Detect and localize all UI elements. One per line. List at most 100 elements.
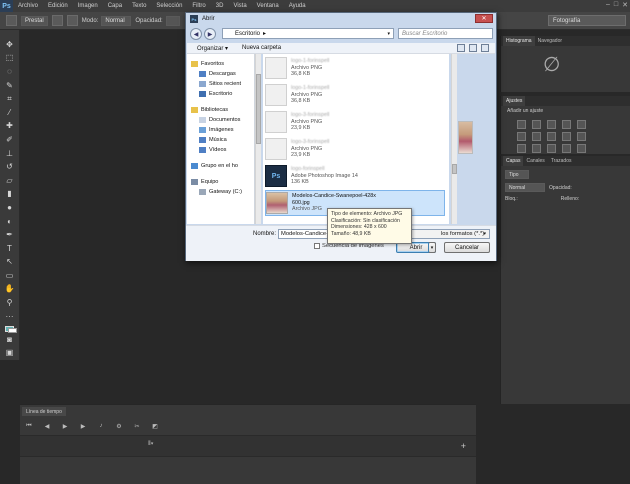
nav-gateway-c[interactable]: Gateway (C:) bbox=[187, 187, 254, 197]
bw-icon[interactable] bbox=[547, 132, 556, 141]
file-item[interactable]: logo-1-forinspell Archivo PNG 36,8 KB bbox=[265, 55, 445, 81]
selective-color-icon[interactable] bbox=[577, 144, 586, 153]
tab-canales[interactable]: Canales bbox=[523, 156, 547, 166]
nav-bibliotecas[interactable]: Bibliotecas bbox=[187, 105, 254, 115]
address-bar[interactable]: Escritorio ▸ ▾ bbox=[222, 28, 394, 39]
stamp-tool-icon[interactable]: ⊥ bbox=[5, 149, 15, 158]
layer-kind-select[interactable]: Tipo bbox=[505, 170, 529, 179]
channel-mixer-icon[interactable] bbox=[577, 132, 586, 141]
nav-scrollbar-thumb[interactable] bbox=[256, 74, 261, 144]
forward-icon[interactable]: ▶ bbox=[204, 28, 216, 40]
timeline-track[interactable]: ⦀▾ + bbox=[20, 435, 476, 457]
prev-frame-icon[interactable]: ◀ bbox=[42, 421, 52, 431]
menu-archivo[interactable]: Archivo bbox=[13, 3, 43, 9]
blur-tool-icon[interactable]: ● bbox=[5, 203, 15, 212]
nav-sitios-recientes[interactable]: Sitios recient bbox=[187, 79, 254, 89]
file-item[interactable]: logo-3-forinspell Archivo PNG 23,9 KB bbox=[265, 109, 445, 135]
menu-filtro[interactable]: Filtro bbox=[187, 3, 210, 9]
pen-tool-icon[interactable]: ✒ bbox=[5, 231, 15, 239]
timeline-tab[interactable]: Línea de tiempo bbox=[22, 407, 66, 416]
nav-equipo[interactable]: Equipo bbox=[187, 177, 254, 187]
quick-mask-icon[interactable]: ◙ bbox=[5, 335, 15, 344]
invert-icon[interactable] bbox=[517, 144, 526, 153]
menu-ventana[interactable]: Ventana bbox=[252, 3, 284, 9]
quick-select-tool-icon[interactable]: ✎ bbox=[5, 81, 15, 90]
address-chevron-icon[interactable]: ▸ bbox=[263, 30, 266, 37]
settings-icon[interactable]: ⚙ bbox=[114, 421, 124, 431]
cut-icon[interactable]: ✂ bbox=[132, 421, 142, 431]
cancel-button[interactable]: Cancelar bbox=[444, 242, 490, 253]
maximize-icon[interactable]: □ bbox=[614, 1, 618, 9]
address-dropdown-icon[interactable]: ▾ bbox=[387, 31, 390, 37]
tab-navegador[interactable]: Navegador bbox=[535, 36, 565, 46]
view-options-icon[interactable] bbox=[457, 44, 465, 52]
menu-capa[interactable]: Capa bbox=[103, 3, 127, 9]
brush-tool-side-icon[interactable]: ✐ bbox=[5, 135, 15, 144]
healing-tool-icon[interactable]: ✚ bbox=[5, 122, 15, 130]
nav-favoritos[interactable]: Favoritos bbox=[187, 59, 254, 69]
eyedropper-tool-icon[interactable]: ⁄ bbox=[5, 108, 15, 117]
checkbox-box[interactable] bbox=[314, 243, 320, 249]
menu-vista[interactable]: Vista bbox=[228, 3, 251, 9]
nav-escritorio[interactable]: Escritorio bbox=[187, 89, 254, 99]
preset-select[interactable]: Prestal bbox=[21, 15, 48, 26]
exposure-icon[interactable] bbox=[562, 120, 571, 129]
menu-edicion[interactable]: Edición bbox=[43, 3, 73, 9]
dodge-tool-icon[interactable]: ◐ bbox=[5, 217, 15, 226]
nav-videos[interactable]: Vídeos bbox=[187, 145, 254, 155]
nav-descargas[interactable]: Descargas bbox=[187, 69, 254, 79]
gradient-map-icon[interactable] bbox=[562, 144, 571, 153]
photo-filter-icon[interactable] bbox=[562, 132, 571, 141]
track-menu-icon[interactable]: ⦀▾ bbox=[148, 441, 154, 448]
menu-ayuda[interactable]: Ayuda bbox=[284, 3, 311, 9]
shape-tool-icon[interactable]: ▭ bbox=[5, 271, 15, 280]
file-type-select[interactable]: los formatos (*.*) ▾ bbox=[408, 229, 490, 239]
color-balance-icon[interactable] bbox=[532, 132, 541, 141]
background-color-swatch[interactable] bbox=[8, 327, 17, 333]
nav-imagenes[interactable]: Imágenes bbox=[187, 125, 254, 135]
organize-button[interactable]: Organizar ▾ bbox=[197, 45, 228, 52]
zoom-tool-icon[interactable]: ⚲ bbox=[5, 299, 15, 307]
eraser-tool-icon[interactable]: ▱ bbox=[5, 176, 15, 185]
gradient-tool-icon[interactable]: ▮ bbox=[5, 190, 15, 198]
file-item[interactable]: logo-1-forinspell Archivo PNG 36,8 KB bbox=[265, 82, 445, 108]
opacity-field[interactable] bbox=[165, 15, 180, 26]
close-icon[interactable]: ✕ bbox=[622, 1, 628, 9]
path-select-tool-icon[interactable]: ↖ bbox=[5, 258, 15, 266]
curves-icon[interactable] bbox=[547, 120, 556, 129]
vibrance-icon[interactable] bbox=[577, 120, 586, 129]
workspace-select[interactable]: Fotografía bbox=[548, 15, 626, 26]
brush-tool-icon[interactable] bbox=[6, 15, 17, 26]
tab-capas[interactable]: Capas bbox=[503, 156, 524, 166]
file-item[interactable]: logo-3-forinspell Archivo PNG 23,9 KB bbox=[265, 136, 445, 162]
hue-icon[interactable] bbox=[517, 132, 526, 141]
back-icon[interactable]: ◀ bbox=[190, 28, 202, 40]
tab-histograma[interactable]: Histograma bbox=[503, 36, 535, 46]
nav-documentos[interactable]: Documentos bbox=[187, 115, 254, 125]
lasso-tool-icon[interactable]: ◌ bbox=[5, 67, 15, 76]
next-frame-icon[interactable]: ▶ bbox=[78, 421, 88, 431]
nav-scrollbar[interactable] bbox=[255, 54, 261, 224]
tab-ajustes[interactable]: Ajustes bbox=[503, 96, 526, 106]
clone-panel-icon[interactable] bbox=[66, 15, 78, 26]
screen-mode-icon[interactable]: ▣ bbox=[5, 349, 15, 357]
file-scrollbar[interactable] bbox=[451, 54, 457, 224]
hand-tool-icon[interactable]: ✋ bbox=[5, 285, 15, 293]
blend-mode-select[interactable]: Normal bbox=[505, 183, 545, 192]
minimize-icon[interactable]: – bbox=[606, 1, 610, 9]
tab-trazados[interactable]: Trazados bbox=[548, 156, 575, 166]
crop-tool-icon[interactable]: ⌗ bbox=[5, 95, 15, 103]
move-tool-icon[interactable]: ✥ bbox=[5, 40, 15, 49]
first-frame-icon[interactable]: ⏮ bbox=[24, 421, 34, 431]
file-scrollbar-thumb[interactable] bbox=[452, 164, 457, 174]
open-dropdown-icon[interactable]: ▾ bbox=[428, 242, 436, 253]
search-input[interactable]: Buscar Escritorio bbox=[398, 28, 493, 39]
mode-select[interactable]: Normal bbox=[101, 15, 132, 26]
brightness-icon[interactable] bbox=[517, 120, 526, 129]
audio-icon[interactable]: ♪ bbox=[96, 421, 106, 431]
type-tool-icon[interactable]: T bbox=[5, 244, 15, 253]
menu-texto[interactable]: Texto bbox=[127, 3, 151, 9]
preview-pane-icon[interactable] bbox=[469, 44, 477, 52]
threshold-icon[interactable] bbox=[547, 144, 556, 153]
transition-icon[interactable]: ◩ bbox=[150, 421, 160, 431]
